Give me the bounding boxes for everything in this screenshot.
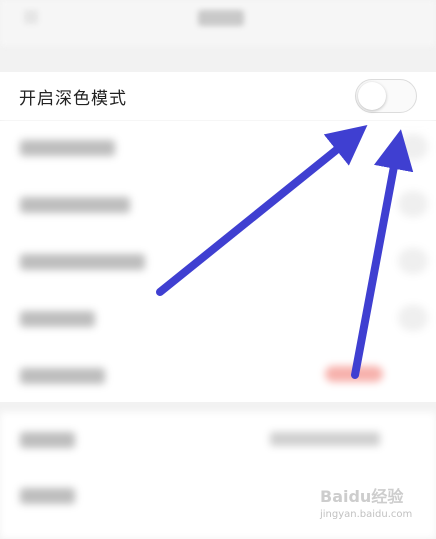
row-label-placeholder — [20, 254, 145, 270]
settings-row[interactable] — [0, 348, 436, 405]
row-toggle-placeholder[interactable] — [398, 248, 428, 274]
top-navigation-bar — [0, 0, 436, 46]
row-label-placeholder — [20, 140, 115, 156]
row-label-placeholder — [20, 311, 95, 327]
row-label-placeholder — [20, 197, 130, 213]
page-title — [198, 10, 244, 26]
dark-mode-label: 开启深色模式 — [19, 89, 127, 109]
settings-row[interactable] — [0, 120, 436, 178]
settings-row[interactable] — [0, 177, 436, 235]
dark-mode-toggle[interactable] — [355, 79, 417, 113]
watermark: Baidu经验 jingyan.baidu.com — [320, 483, 420, 533]
row-toggle-placeholder[interactable] — [398, 305, 428, 331]
toggle-knob — [358, 82, 386, 110]
row-value-placeholder — [270, 432, 380, 446]
row-label-placeholder — [20, 368, 105, 384]
settings-row[interactable] — [0, 234, 436, 292]
row-toggle-placeholder[interactable] — [398, 134, 428, 160]
settings-row[interactable] — [0, 412, 436, 469]
watermark-brand: Baidu经验 — [320, 487, 404, 506]
watermark-url: jingyan.baidu.com — [320, 509, 413, 520]
back-icon[interactable] — [24, 10, 38, 24]
row-toggle-placeholder[interactable] — [398, 191, 428, 217]
row-label-placeholder — [20, 488, 75, 504]
settings-card: 开启深色模式 — [0, 72, 436, 405]
section-divider — [0, 402, 436, 412]
row-label-placeholder — [20, 432, 75, 448]
dark-mode-row[interactable]: 开启深色模式 — [0, 72, 436, 121]
settings-row[interactable] — [0, 291, 436, 349]
status-badge — [325, 366, 383, 382]
